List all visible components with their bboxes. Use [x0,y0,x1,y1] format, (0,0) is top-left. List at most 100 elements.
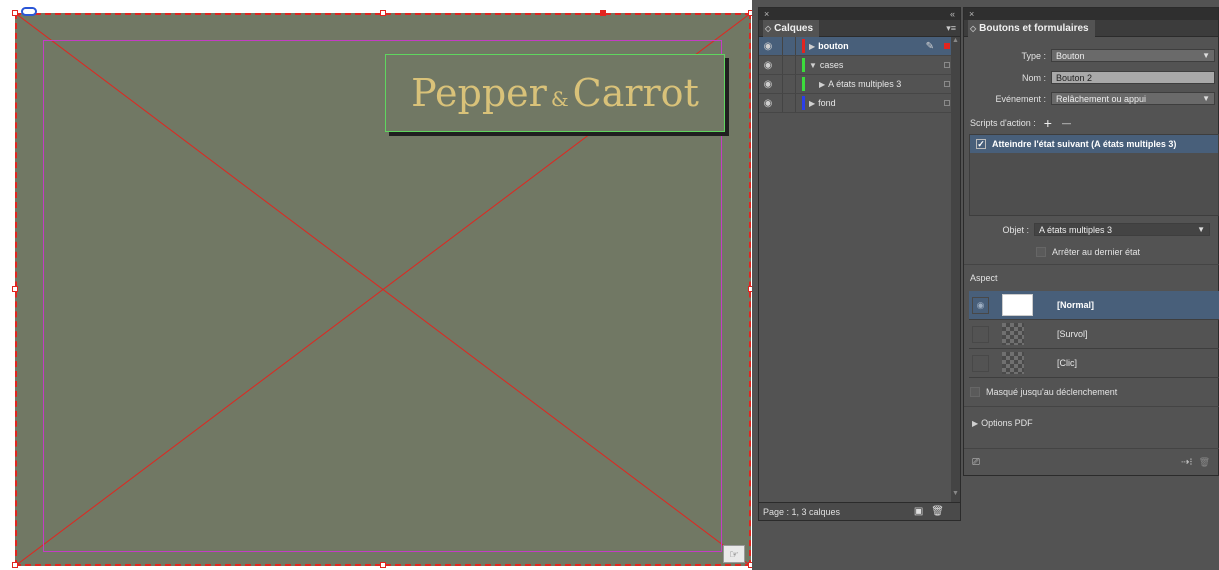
layers-scrollbar[interactable]: ▲ ▼ [951,37,960,505]
selection-square-icon[interactable] [944,100,950,106]
add-action-icon[interactable]: + [1044,115,1052,131]
state-label: [Normal] [1057,300,1095,310]
document-canvas[interactable]: Pepper & Carrot ☞ [0,0,758,570]
event-label: Evénement : [995,93,1046,104]
hidden-until-label: Masqué jusqu'au déclenchement [986,387,1118,397]
indesign-window: Pepper & Carrot ☞ × « ◇ Calques ▾≡ ◉ ▶ b… [0,0,1219,570]
object-value: A états multiples 3 [1039,224,1113,235]
object-label: Objet : [1002,224,1029,235]
lock-toggle[interactable] [782,75,796,93]
states-list[interactable]: ◉ [Normal] [Survol] [Clic] [969,291,1219,378]
selection-square-icon[interactable] [944,62,950,68]
state-toggle-box[interactable] [972,354,989,372]
type-row: Type : Bouton ▼ [964,49,1219,62]
trash-icon[interactable]: 🗑 [931,506,944,517]
pen-icon: ✎ [925,40,934,52]
chevron-down-icon: ▼ [1197,225,1205,234]
link-icon[interactable] [21,7,37,16]
eye-icon[interactable]: ◉ [972,296,989,314]
action-item[interactable]: ✓ Atteindre l'état suivant (A états mult… [970,135,1218,153]
state-thumbnail-empty [1002,352,1024,374]
state-toggle-box[interactable] [972,325,989,343]
pdf-options-label: Options PDF [981,418,1033,428]
handle-top-reference[interactable] [600,10,606,16]
handle-top-middle[interactable] [380,10,386,16]
chevron-down-icon: ▼ [1202,94,1210,103]
stop-last-row: Arrêter au dernier état [1036,247,1140,257]
tab-boutons-formulaires[interactable]: ◇ Boutons et formulaires [968,19,1095,37]
expand-arrow-icon[interactable]: ▶ [972,419,978,428]
state-row-clic[interactable]: [Clic] [969,349,1219,378]
selection-square-icon[interactable] [944,81,950,87]
selection-square-icon[interactable] [944,43,950,49]
pdf-options-row[interactable]: ▶ Options PDF [972,418,1033,428]
buttons-tab-bar: ◇ Boutons et formulaires [964,19,1218,37]
event-value: Relâchement ou appui [1056,93,1147,104]
layer-row-bouton[interactable]: ◉ ▶ bouton ✎ [759,37,960,56]
collapse-arrow-icon[interactable]: ▼ [809,61,817,70]
panel-arrows-icon: ◇ [765,23,772,33]
name-label: Nom : [1021,72,1046,83]
eye-icon[interactable]: ◉ [762,98,774,109]
layers-tab-bar: ◇ Calques ▾≡ [759,19,960,37]
stop-last-checkbox[interactable] [1036,247,1046,257]
aspect-heading: Aspect [970,273,998,283]
divider [964,448,1219,449]
state-row-normal[interactable]: ◉ [Normal] [969,291,1219,320]
new-layer-icon[interactable]: ▣ [914,506,923,517]
expand-arrow-icon[interactable]: ▶ [819,80,825,89]
type-select[interactable]: Bouton ▼ [1051,49,1215,62]
layer-row-cases[interactable]: ◉ ▼ cases [759,56,960,75]
actions-list[interactable]: ✓ Atteindre l'état suivant (A états mult… [969,134,1219,216]
state-thumbnail-empty [1002,323,1024,345]
name-input[interactable]: Bouton 2 [1051,71,1215,84]
eye-icon[interactable]: ◉ [762,41,774,52]
tab-calques[interactable]: ◇ Calques [763,19,820,37]
layer-row-a-etats-multiples-3[interactable]: ◉ ▶ A états multiples 3 [759,75,960,94]
scroll-down-icon[interactable]: ▼ [951,490,960,497]
collapse-icon[interactable]: « [950,9,955,19]
layers-panel-topbar: × « [759,8,960,20]
buttons-panel-topbar: × [964,8,1218,20]
eye-icon[interactable]: ◉ [762,60,774,71]
layers-footer: Page : 1, 3 calques ▣ 🗑 [759,502,960,520]
event-select[interactable]: Relâchement ou appui ▼ [1051,92,1215,105]
state-row-survol[interactable]: [Survol] [969,320,1219,349]
stop-last-label: Arrêter au dernier état [1052,247,1141,257]
trash-icon[interactable]: 🗑 [1199,457,1210,468]
layer-color-swatch [802,58,805,72]
state-thumbnail [1002,294,1033,316]
hidden-until-checkbox[interactable] [970,387,980,397]
preview-icon[interactable]: ⎚ [972,457,980,468]
name-row: Nom : Bouton 2 [964,71,1219,84]
layer-name: bouton [818,41,849,51]
scroll-up-icon[interactable]: ▲ [951,37,960,44]
scripts-label: Scripts d'action : [970,118,1036,128]
remove-action-icon[interactable]: — [1062,118,1071,128]
handle-bottom-left[interactable] [12,562,18,568]
lock-toggle[interactable] [782,37,796,55]
selection-frame[interactable] [15,13,751,566]
button-object-hand-icon[interactable]: ☞ [723,545,745,563]
layer-row-fond[interactable]: ◉ ▶ fond [759,94,960,113]
layer-name: fond [818,98,836,108]
handle-bottom-middle[interactable] [380,562,386,568]
state-label: [Clic] [1057,358,1077,368]
tab-boutons-label: Boutons et formulaires [979,22,1089,34]
lock-toggle[interactable] [782,56,796,74]
handle-left-middle[interactable] [12,286,18,292]
lock-toggle[interactable] [782,94,796,112]
layer-name: A états multiples 3 [828,79,902,89]
checkmark-icon[interactable]: ✓ [976,139,986,149]
close-icon[interactable]: × [764,9,769,19]
convert-to-object-icon[interactable]: ⇢⁝ [1181,457,1193,468]
eye-icon[interactable]: ◉ [762,79,774,90]
chevron-down-icon: ▼ [1202,51,1210,60]
expand-arrow-icon[interactable]: ▶ [809,99,815,108]
close-icon[interactable]: × [969,9,974,19]
buttons-forms-panel: × ◇ Boutons et formulaires Type : Bouton… [963,7,1219,476]
handle-top-left[interactable] [12,10,18,16]
object-select[interactable]: A états multiples 3 ▼ [1034,223,1210,236]
expand-arrow-icon[interactable]: ▶ [809,42,815,51]
menu-icon[interactable]: ▾≡ [946,23,956,34]
